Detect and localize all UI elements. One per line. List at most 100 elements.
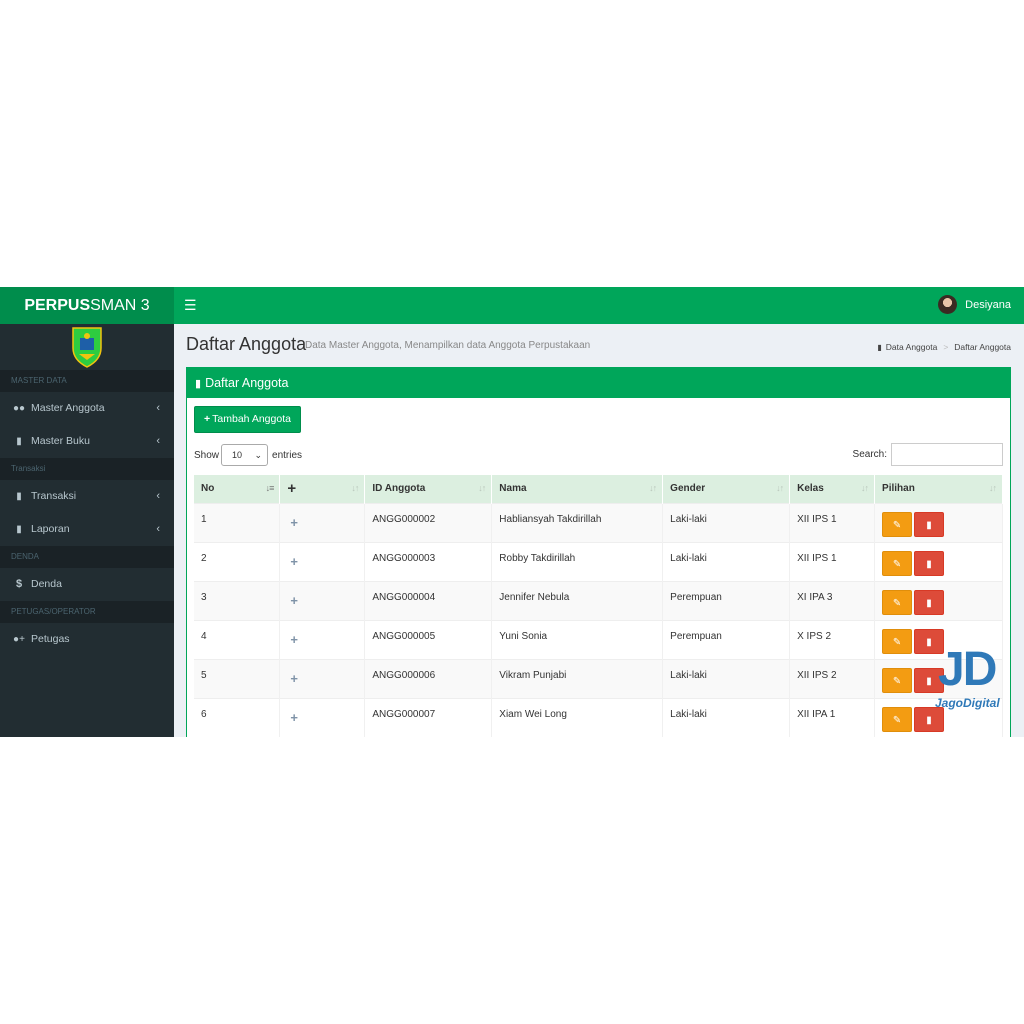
app-logo[interactable]: PERPUSSMAN 3 xyxy=(0,287,174,324)
entries-value: 10 xyxy=(232,450,243,460)
column-header-gender[interactable]: Gender ↓↑ xyxy=(662,475,791,503)
cell-gender: Laki-laki xyxy=(662,502,791,542)
cell-kelas: XII IPS 2 xyxy=(789,658,876,698)
cell-kelas: XII IPS 1 xyxy=(789,502,876,542)
expand-row-icon[interactable]: + xyxy=(287,710,298,725)
delete-button[interactable]: ▮ xyxy=(914,628,945,654)
page-title: Daftar Anggota xyxy=(186,334,307,354)
edit-button[interactable]: ✎ xyxy=(882,589,913,615)
cell-no: 2 xyxy=(194,541,281,581)
cell-actions: ✎ ▮ xyxy=(874,580,1003,620)
column-header-pilihan[interactable]: Pilihan ↓↑ xyxy=(874,475,1003,503)
entries-label: entries xyxy=(272,449,303,461)
cell-nama: Habliansyah Takdirillah xyxy=(491,502,664,542)
sidebar-item-denda[interactable]: $ Denda xyxy=(0,568,174,601)
cell-actions: ✎ ▮ xyxy=(874,697,1003,737)
top-navbar: ☰ Desiyana xyxy=(174,287,1024,324)
sidebar-item-label: Laporan xyxy=(31,523,70,535)
page-subtitle: Data Master Anggota, Menampilkan data An… xyxy=(305,340,591,351)
cell-expand[interactable]: + xyxy=(279,619,366,659)
cell-expand[interactable]: + xyxy=(279,697,366,737)
content-area: Daftar Anggota Data Master Anggota, Mena… xyxy=(174,324,1024,737)
member-list-box: ▮ Daftar Anggota + Tambah Anggota Show 10 … xyxy=(186,367,1011,737)
avatar xyxy=(938,295,958,314)
users-icon: ●● xyxy=(12,403,26,414)
delete-button[interactable]: ▮ xyxy=(914,667,945,693)
delete-button[interactable]: ▮ xyxy=(914,589,945,615)
sidebar-item-petugas[interactable]: ●+ Petugas xyxy=(0,623,174,656)
expand-row-icon[interactable]: + xyxy=(287,671,298,686)
sort-icon: ↓↑ xyxy=(478,483,486,493)
school-logo xyxy=(0,324,174,370)
sidebar-header-master-data: MASTER DATA xyxy=(0,370,174,392)
delete-button[interactable]: ▮ xyxy=(914,511,945,537)
sidebar-item-laporan[interactable]: ▮ Laporan ‹ xyxy=(0,513,174,546)
user-plus-icon: ●+ xyxy=(13,634,25,645)
column-header-nama[interactable]: Nama ↓↑ xyxy=(491,475,664,503)
cell-gender: Laki-laki xyxy=(662,658,791,698)
sidebar-item-master-anggota[interactable]: ●● Master Anggota ‹ xyxy=(0,392,174,425)
cell-expand[interactable]: + xyxy=(279,658,366,698)
delete-button[interactable]: ▮ xyxy=(914,550,945,576)
chevron-down-icon: ⌄ xyxy=(254,450,263,460)
cell-no: 3 xyxy=(194,580,281,620)
cell-kelas: XII IPS 1 xyxy=(789,541,876,581)
expand-row-icon[interactable]: + xyxy=(287,632,298,647)
hamburger-icon[interactable]: ☰ xyxy=(184,297,197,313)
sidebar-header-transaksi: Transaksi xyxy=(0,458,174,480)
cell-gender: Perempuan xyxy=(662,619,791,659)
edit-button[interactable]: ✎ xyxy=(882,628,913,654)
user-name: Desiyana xyxy=(965,298,1011,311)
expand-row-icon[interactable]: + xyxy=(287,515,298,530)
sidebar: MASTER DATA ●● Master Anggota ‹ ▮ Master… xyxy=(0,324,174,737)
delete-button[interactable]: ▮ xyxy=(914,706,945,732)
sidebar-item-master-buku[interactable]: ▮ Master Buku ‹ xyxy=(0,425,174,458)
chevron-left-icon: ‹ xyxy=(156,402,160,414)
edit-button[interactable]: ✎ xyxy=(882,706,913,732)
cell-gender: Laki-laki xyxy=(662,541,791,581)
breadcrumb-link[interactable]: Data Anggota xyxy=(886,342,938,352)
cell-id: ANGG000006 xyxy=(364,658,493,698)
cell-expand[interactable]: + xyxy=(279,580,366,620)
box-title: Daftar Anggota xyxy=(205,376,289,390)
search-input[interactable] xyxy=(891,443,1003,466)
cell-nama: Jennifer Nebula xyxy=(491,580,664,620)
entries-select[interactable]: 10 ⌄ xyxy=(221,444,269,466)
column-header-kelas[interactable]: Kelas ↓↑ xyxy=(789,475,876,503)
search-label: Search: xyxy=(852,449,887,460)
sort-icon: ↓↑ xyxy=(776,483,784,493)
edit-button[interactable]: ✎ xyxy=(882,550,913,576)
breadcrumb-current: Daftar Anggota xyxy=(954,342,1011,352)
sidebar-item-label: Master Anggota xyxy=(31,402,105,414)
chevron-left-icon: ‹ xyxy=(156,490,160,502)
book-icon: ▮ xyxy=(16,524,22,535)
chevron-left-icon: ‹ xyxy=(156,523,160,535)
add-member-button[interactable]: + Tambah Anggota xyxy=(194,406,301,433)
entries-control: Show 10 ⌄ entries xyxy=(194,444,302,466)
user-menu[interactable]: Desiyana xyxy=(938,295,1011,314)
cell-expand[interactable]: + xyxy=(279,502,366,542)
sidebar-item-transaksi[interactable]: ▮ Transaksi ‹ xyxy=(0,480,174,513)
edit-button[interactable]: ✎ xyxy=(882,667,913,693)
table-row: 1 + ANGG000002 Habliansyah Takdirillah L… xyxy=(194,502,1003,542)
plus-icon: + xyxy=(204,413,211,425)
dollar-icon: $ xyxy=(15,578,23,590)
cell-expand[interactable]: + xyxy=(279,541,366,581)
expand-row-icon[interactable]: + xyxy=(287,554,298,569)
cell-actions: ✎ ▮ xyxy=(874,502,1003,542)
expand-row-icon[interactable]: + xyxy=(287,593,298,608)
column-header-no[interactable]: No ↓≡ xyxy=(194,475,281,503)
column-header-expand[interactable]: + ↓↑ xyxy=(279,475,366,503)
edit-button[interactable]: ✎ xyxy=(882,511,913,537)
cell-no: 5 xyxy=(194,658,281,698)
column-header-id[interactable]: ID Anggota ↓↑ xyxy=(364,475,493,503)
cell-actions: ✎ ▮ xyxy=(874,658,1003,698)
cell-no: 4 xyxy=(194,619,281,659)
sidebar-item-label: Master Buku xyxy=(31,435,90,447)
box-header: ▮ Daftar Anggota xyxy=(187,368,1010,398)
cell-gender: Laki-laki xyxy=(662,697,791,737)
breadcrumb: ▮ Data Anggota > Daftar Anggota xyxy=(877,342,1011,352)
breadcrumb-separator: > xyxy=(943,342,949,352)
table-row: 2 + ANGG000003 Robby Takdirillah Laki-la… xyxy=(194,541,1003,581)
cell-no: 6 xyxy=(194,697,281,737)
